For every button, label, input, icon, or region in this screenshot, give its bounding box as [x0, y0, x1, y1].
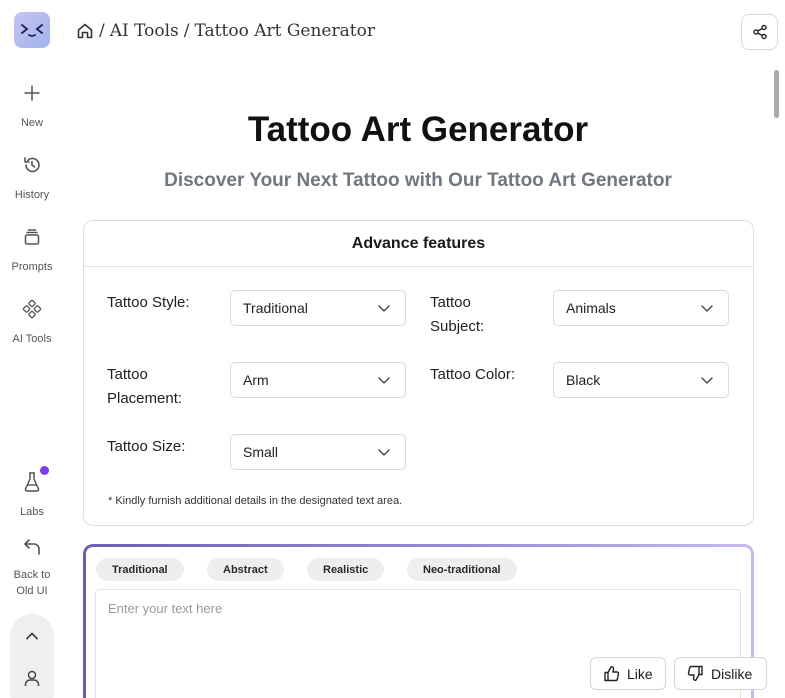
label-line: Old UI: [16, 585, 48, 597]
chip-abstract[interactable]: Abstract: [207, 558, 284, 581]
page-title: Tattoo Art Generator: [247, 110, 589, 149]
sidebar-item-label: Prompts: [11, 261, 53, 273]
sidebar-item-back-to-old-ui[interactable]: Back to Old UI: [0, 535, 64, 599]
breadcrumb: / AI Tools / Tattoo Art Generator: [76, 18, 375, 44]
dislike-label: Dislike: [711, 665, 753, 682]
chevron-up-icon[interactable]: [20, 624, 44, 648]
sidebar-item-history[interactable]: History: [0, 153, 64, 203]
label-line: Subject:: [430, 318, 485, 335]
chip-neo-traditional[interactable]: Neo-traditional: [407, 558, 517, 581]
chevron-down-icon: [378, 449, 390, 456]
label-line: Back to: [13, 569, 51, 581]
thumbs-down-icon: [687, 665, 703, 681]
sidebar-item-label: AI Tools: [12, 333, 52, 345]
chevron-down-icon: [701, 305, 713, 312]
dislike-button[interactable]: Dislike: [674, 657, 767, 690]
breadcrumb-separator: /: [99, 21, 105, 41]
share-icon: [752, 24, 767, 40]
details-note: * Kindly furnish additional details in t…: [108, 495, 403, 507]
sidebar-item-label: History: [14, 189, 50, 201]
chevron-down-icon: [701, 377, 713, 384]
share-button[interactable]: [741, 14, 778, 50]
select-value: Animals: [566, 300, 616, 316]
breadcrumb-ai-tools[interactable]: AI Tools: [110, 21, 179, 41]
breadcrumb-separator: /: [183, 21, 190, 41]
sidebar: New History Prompts AI Tools Labs Back t…: [0, 0, 64, 698]
logo-face-icon: [21, 24, 43, 37]
label-line: Placement:: [107, 390, 183, 407]
advanced-features-heading: Advance features: [84, 221, 753, 267]
user-menu-pill: [10, 614, 54, 698]
thumbs-up-icon: [604, 666, 620, 682]
select-value: Traditional: [243, 300, 308, 316]
sidebar-item-new[interactable]: New: [0, 81, 64, 131]
chevron-down-icon: [378, 305, 390, 312]
history-icon: [20, 153, 44, 177]
tattoo-color-select[interactable]: Black: [553, 362, 729, 398]
tattoo-subject-label: Tattoo Subject:: [430, 291, 540, 339]
scrollbar-thumb[interactable]: [774, 70, 779, 118]
chip-traditional[interactable]: Traditional: [96, 558, 184, 581]
sidebar-item-prompts[interactable]: Prompts: [0, 225, 64, 275]
chip-realistic[interactable]: Realistic: [307, 558, 385, 581]
select-value: Arm: [243, 372, 269, 388]
sidebar-item-label: Back to Old UI: [14, 567, 51, 599]
chevron-down-icon: [378, 377, 390, 384]
tattoo-color-label: Tattoo Color:: [430, 366, 516, 383]
sidebar-item-labs[interactable]: Labs: [0, 466, 64, 520]
prompts-stack-icon: [20, 225, 44, 249]
back-arrow-icon: [20, 535, 44, 559]
plus-icon: [20, 81, 44, 105]
tattoo-size-label: Tattoo Size:: [107, 438, 186, 455]
tattoo-style-label: Tattoo Style:: [107, 294, 190, 311]
label-line: Tattoo: [107, 366, 148, 383]
tattoo-size-select[interactable]: Small: [230, 434, 406, 470]
select-value: Small: [243, 444, 279, 460]
ai-tools-icon: [20, 297, 44, 321]
like-button[interactable]: Like: [590, 657, 666, 690]
sidebar-item-label: Labs: [20, 506, 44, 518]
user-avatar-icon[interactable]: [20, 666, 44, 690]
sidebar-item-ai-tools[interactable]: AI Tools: [0, 297, 64, 347]
app-logo[interactable]: [14, 12, 50, 48]
tattoo-placement-label: Tattoo Placement:: [107, 363, 217, 411]
notification-dot: [40, 466, 49, 475]
breadcrumb-current: Tattoo Art Generator: [194, 21, 375, 41]
select-value: Black: [566, 372, 601, 388]
advanced-features-card: Advance features Tattoo Style: Tradition…: [83, 220, 754, 526]
sidebar-item-label: New: [20, 117, 43, 129]
tattoo-subject-select[interactable]: Animals: [553, 290, 729, 326]
tattoo-placement-select[interactable]: Arm: [230, 362, 406, 398]
label-line: Tattoo: [430, 294, 471, 311]
home-icon[interactable]: [76, 22, 94, 40]
tattoo-style-select[interactable]: Traditional: [230, 290, 406, 326]
like-label: Like: [627, 665, 653, 682]
page-subtitle: Discover Your Next Tattoo with Our Tatto…: [164, 170, 672, 191]
